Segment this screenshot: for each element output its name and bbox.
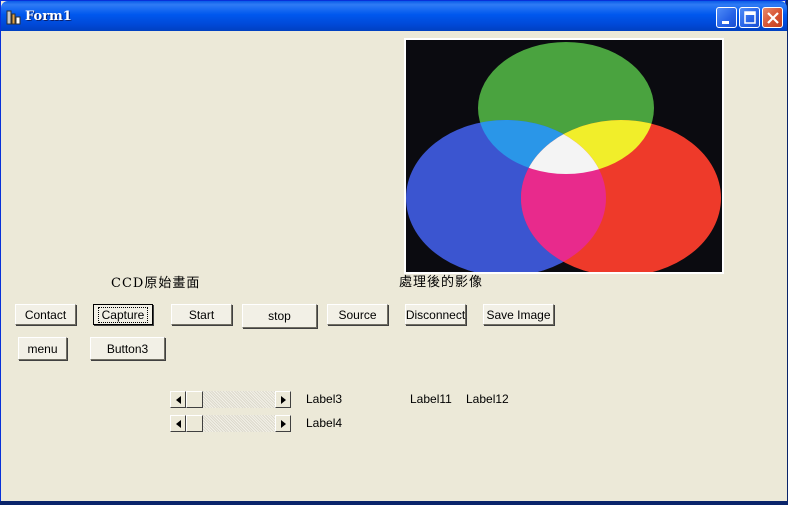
contact-button[interactable]: Contact: [15, 304, 76, 325]
taskbar-edge: [0, 501, 788, 505]
arrow-left-icon: [176, 396, 181, 404]
save-image-button[interactable]: Save Image: [483, 304, 554, 325]
menu-button-label: menu: [27, 341, 58, 356]
button3-label: Button3: [106, 341, 149, 356]
processed-image-caption: 處理後的影像: [399, 275, 484, 290]
title-bar[interactable]: Form1: [1, 1, 787, 31]
scrollbar-thumb-2[interactable]: [186, 415, 203, 432]
contact-button-label: Contact: [24, 307, 67, 322]
source-button-label: Source: [338, 307, 377, 322]
rgb-color-circles-image: [406, 40, 722, 272]
scroll-right-button-2[interactable]: [275, 415, 291, 432]
arrow-right-icon: [281, 396, 286, 404]
minimize-button[interactable]: [716, 7, 737, 28]
window-title: Form1: [25, 9, 72, 24]
ccd-original-caption: CCD原始畫面: [111, 276, 201, 291]
capture-button[interactable]: Capture: [93, 304, 153, 325]
horizontal-scrollbar-2[interactable]: [170, 415, 291, 432]
save-image-button-label: Save Image: [486, 307, 551, 322]
label4: Label4: [306, 416, 343, 430]
processed-image: [404, 38, 724, 274]
stop-button-label: stop: [268, 309, 291, 323]
close-button[interactable]: [762, 7, 783, 28]
source-button[interactable]: Source: [327, 304, 388, 325]
label3: Label3: [306, 392, 343, 406]
minimize-icon: [722, 21, 729, 24]
close-icon: [767, 12, 779, 24]
menu-button[interactable]: menu: [18, 337, 67, 360]
disconnect-button-label: Disconnect: [405, 307, 466, 322]
arrow-right-icon: [281, 420, 286, 428]
maximize-icon: [744, 11, 756, 24]
scroll-left-button-2[interactable]: [170, 415, 186, 432]
button3[interactable]: Button3: [90, 337, 165, 360]
arrow-left-icon: [176, 420, 181, 428]
maximize-button[interactable]: [739, 7, 760, 28]
horizontal-scrollbar-1[interactable]: [170, 391, 291, 408]
scroll-left-button-1[interactable]: [170, 391, 186, 408]
scroll-right-button-1[interactable]: [275, 391, 291, 408]
label12: Label12: [466, 392, 509, 406]
form-app-icon[interactable]: [6, 9, 21, 25]
form1-window: Form1 CCD原始畫面 處理後的影像 Contact Capture Sta…: [0, 0, 787, 501]
label11: Label11: [410, 392, 452, 406]
scrollbar-thumb-1[interactable]: [186, 391, 203, 408]
start-button[interactable]: Start: [171, 304, 232, 325]
disconnect-button[interactable]: Disconnect: [405, 304, 466, 325]
stop-button[interactable]: stop: [242, 304, 317, 328]
start-button-label: Start: [188, 307, 215, 322]
capture-button-label: Capture: [97, 306, 149, 323]
form-client-area: CCD原始畫面 處理後的影像 Contact Capture Start sto…: [1, 31, 787, 501]
